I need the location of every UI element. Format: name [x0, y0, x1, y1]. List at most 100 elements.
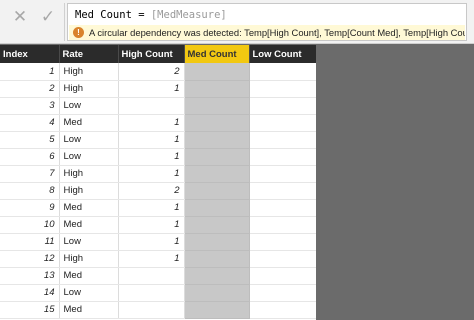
cell-index[interactable]: 4: [0, 114, 60, 132]
cell-index[interactable]: 11: [0, 233, 60, 251]
cell-high-count[interactable]: 1: [118, 233, 185, 251]
formula-text[interactable]: Med Count = [MedMeasure]: [75, 9, 227, 21]
cell-index[interactable]: 9: [0, 199, 60, 217]
cell-rate[interactable]: Med: [59, 114, 119, 132]
cell-rate[interactable]: High: [59, 250, 119, 268]
data-grid: Index Rate High Count Med Count Low Coun…: [0, 45, 316, 320]
cell-high-count[interactable]: [118, 97, 185, 115]
cell-low-count[interactable]: [249, 233, 316, 251]
table-row: 3 Low: [0, 97, 316, 115]
column-header-high-count[interactable]: High Count: [118, 45, 185, 63]
data-table: Index Rate High Count Med Count Low Coun…: [0, 45, 316, 319]
cell-high-count[interactable]: 2: [118, 182, 185, 200]
checkmark-icon[interactable]: ✓: [34, 4, 62, 30]
cell-rate[interactable]: Med: [59, 216, 119, 234]
cell-med-count[interactable]: [184, 63, 250, 81]
cell-med-count[interactable]: [184, 80, 250, 98]
cell-rate[interactable]: Med: [59, 199, 119, 217]
cell-low-count[interactable]: [249, 301, 316, 319]
cell-index[interactable]: 15: [0, 301, 60, 319]
cell-high-count[interactable]: [118, 267, 185, 285]
cell-high-count[interactable]: 1: [118, 148, 185, 166]
cell-rate[interactable]: High: [59, 182, 119, 200]
table-row: 2 High 1: [0, 80, 316, 98]
cell-med-count[interactable]: [184, 284, 250, 302]
error-message: A circular dependency was detected: Temp…: [89, 27, 465, 38]
cell-rate[interactable]: High: [59, 165, 119, 183]
cell-med-count[interactable]: [184, 165, 250, 183]
cell-med-count[interactable]: [184, 114, 250, 132]
close-icon[interactable]: ✕: [6, 4, 34, 30]
header-row: Index Rate High Count Med Count Low Coun…: [0, 45, 316, 63]
cell-low-count[interactable]: [249, 216, 316, 234]
cell-rate[interactable]: Med: [59, 301, 119, 319]
cell-low-count[interactable]: [249, 114, 316, 132]
cell-rate[interactable]: Low: [59, 233, 119, 251]
cell-index[interactable]: 1: [0, 63, 60, 81]
table-row: 14 Low: [0, 284, 316, 302]
cell-low-count[interactable]: [249, 267, 316, 285]
cell-low-count[interactable]: [249, 199, 316, 217]
cell-med-count[interactable]: [184, 199, 250, 217]
table-row: 15 Med: [0, 301, 316, 319]
cell-low-count[interactable]: [249, 284, 316, 302]
cell-low-count[interactable]: [249, 165, 316, 183]
cell-med-count[interactable]: [184, 216, 250, 234]
column-header-index[interactable]: Index: [0, 45, 60, 63]
formula-bar[interactable]: Med Count = [MedMeasure] ! A circular de…: [67, 3, 467, 41]
cell-index[interactable]: 7: [0, 165, 60, 183]
cell-index[interactable]: 5: [0, 131, 60, 149]
cell-med-count[interactable]: [184, 301, 250, 319]
cell-med-count[interactable]: [184, 267, 250, 285]
cell-high-count[interactable]: 1: [118, 216, 185, 234]
cell-rate[interactable]: High: [59, 63, 119, 81]
column-header-low-count[interactable]: Low Count: [249, 45, 316, 63]
cell-low-count[interactable]: [249, 80, 316, 98]
cell-index[interactable]: 13: [0, 267, 60, 285]
cell-rate[interactable]: High: [59, 80, 119, 98]
cell-index[interactable]: 6: [0, 148, 60, 166]
cell-rate[interactable]: Low: [59, 131, 119, 149]
cell-low-count[interactable]: [249, 148, 316, 166]
warning-icon: !: [73, 27, 84, 38]
cell-high-count[interactable]: 1: [118, 80, 185, 98]
cell-rate[interactable]: Low: [59, 148, 119, 166]
cell-high-count[interactable]: [118, 284, 185, 302]
cell-index[interactable]: 12: [0, 250, 60, 268]
cell-low-count[interactable]: [249, 182, 316, 200]
formula-measure-ref: [MedMeasure]: [150, 9, 227, 21]
cell-high-count[interactable]: [118, 301, 185, 319]
cell-index[interactable]: 3: [0, 97, 60, 115]
table-row: 4 Med 1: [0, 114, 316, 132]
table-row: 11 Low 1: [0, 233, 316, 251]
cell-med-count[interactable]: [184, 148, 250, 166]
cell-low-count[interactable]: [249, 97, 316, 115]
column-header-med-count[interactable]: Med Count: [184, 45, 250, 63]
column-header-rate[interactable]: Rate: [59, 45, 119, 63]
cell-high-count[interactable]: 2: [118, 63, 185, 81]
cell-rate[interactable]: Med: [59, 267, 119, 285]
cell-rate[interactable]: Low: [59, 284, 119, 302]
cell-index[interactable]: 2: [0, 80, 60, 98]
table-row: 9 Med 1: [0, 199, 316, 217]
cell-med-count[interactable]: [184, 233, 250, 251]
cell-high-count[interactable]: 1: [118, 165, 185, 183]
cell-med-count[interactable]: [184, 182, 250, 200]
cell-low-count[interactable]: [249, 131, 316, 149]
cell-med-count[interactable]: [184, 131, 250, 149]
table-row: 8 High 2: [0, 182, 316, 200]
cell-index[interactable]: 10: [0, 216, 60, 234]
cell-index[interactable]: 14: [0, 284, 60, 302]
cell-high-count[interactable]: 1: [118, 114, 185, 132]
cell-high-count[interactable]: 1: [118, 199, 185, 217]
cell-rate[interactable]: Low: [59, 97, 119, 115]
table-row: 5 Low 1: [0, 131, 316, 149]
cell-med-count[interactable]: [184, 97, 250, 115]
cell-med-count[interactable]: [184, 250, 250, 268]
cell-high-count[interactable]: 1: [118, 250, 185, 268]
cell-low-count[interactable]: [249, 63, 316, 81]
cell-high-count[interactable]: 1: [118, 131, 185, 149]
cell-low-count[interactable]: [249, 250, 316, 268]
table-row: 12 High 1: [0, 250, 316, 268]
cell-index[interactable]: 8: [0, 182, 60, 200]
